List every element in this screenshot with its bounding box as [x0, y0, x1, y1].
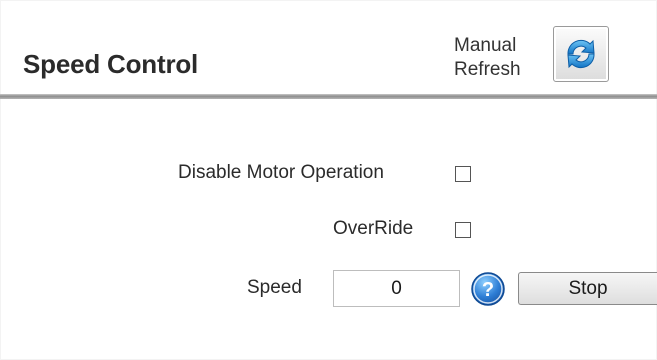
svg-text:?: ?	[482, 279, 494, 301]
help-icon: ?	[471, 272, 505, 306]
override-checkbox[interactable]	[455, 222, 471, 238]
override-label: OverRide	[333, 218, 414, 239]
help-button[interactable]: ?	[470, 271, 506, 307]
refresh-button[interactable]	[553, 26, 609, 82]
stop-button[interactable]: Stop	[518, 272, 657, 305]
speed-control-panel: Speed Control Manual Refresh Disable Mot…	[0, 0, 657, 360]
refresh-icon	[567, 39, 595, 69]
page-title: Speed Control	[23, 49, 199, 79]
disable-motor-checkbox[interactable]	[455, 166, 471, 182]
disable-motor-label: Disable Motor Operation	[178, 162, 384, 183]
manual-refresh-label: Manual Refresh	[454, 35, 521, 80]
speed-label: Speed	[247, 277, 302, 298]
header-divider	[0, 94, 657, 99]
speed-input[interactable]: 0	[333, 270, 460, 307]
